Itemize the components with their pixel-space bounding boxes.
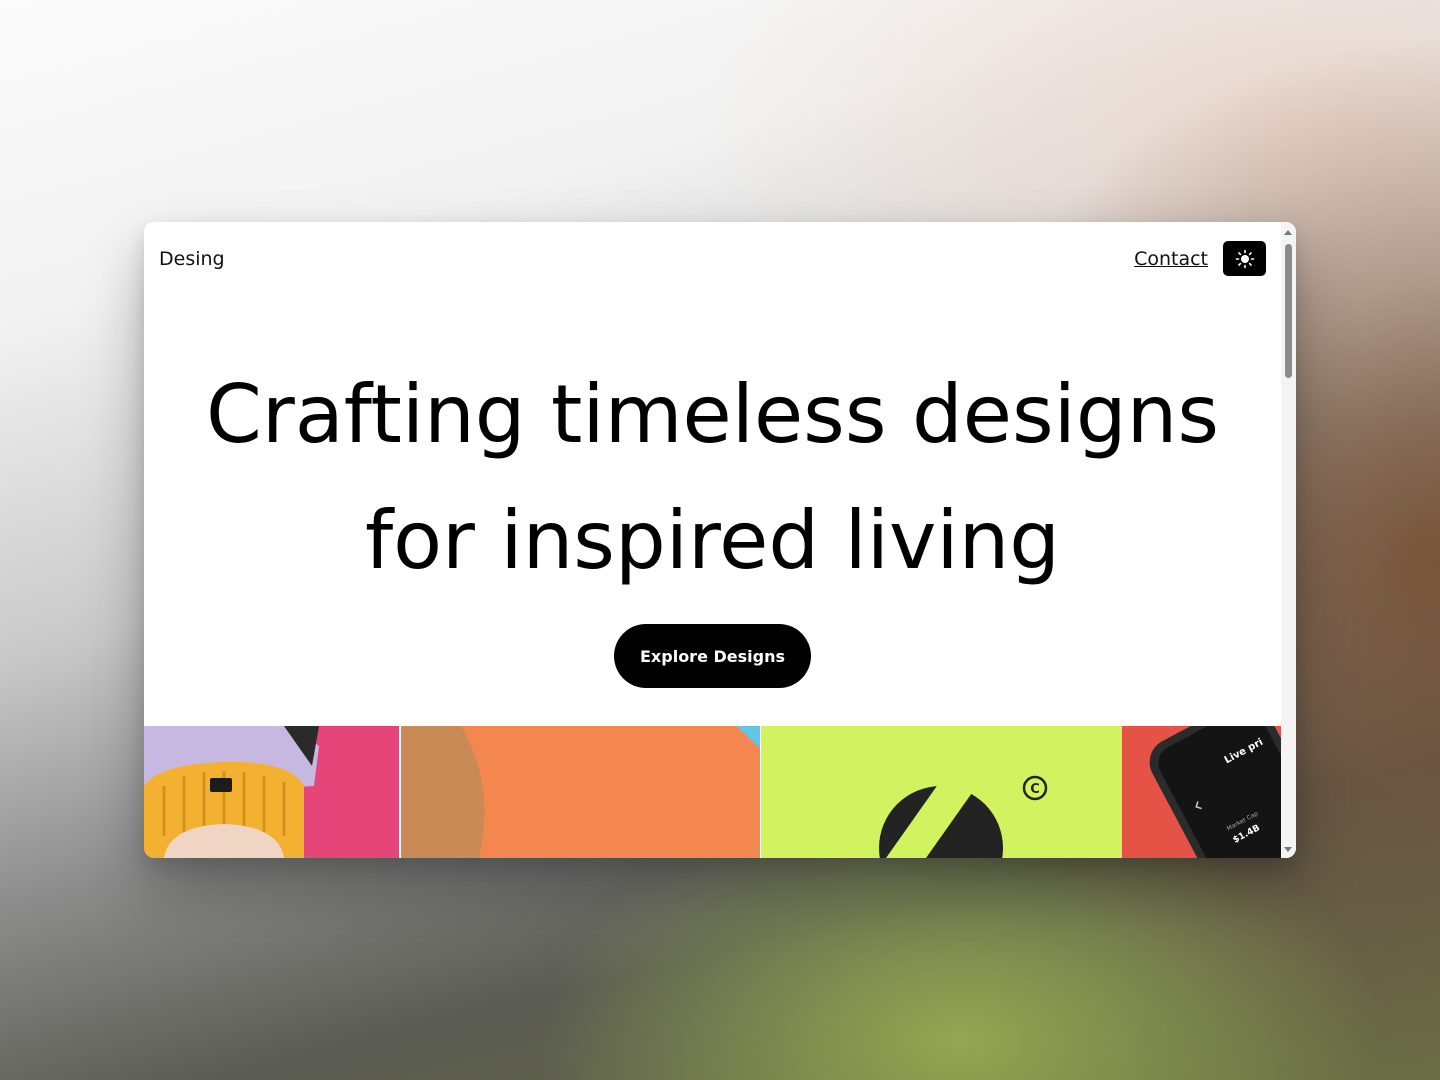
hero-title-line-2: for inspired living: [364, 494, 1061, 587]
hero-title-line-1: Crafting timeless designs: [205, 368, 1220, 461]
explore-designs-button[interactable]: Explore Designs: [614, 624, 811, 688]
gallery-tile-phone[interactable]: Live pri Market Cap $1.4B: [1122, 726, 1281, 858]
logo-mark-image: C: [761, 726, 1122, 858]
svg-text:C: C: [1030, 782, 1040, 797]
gallery-tile-abstract[interactable]: [401, 726, 760, 858]
sun-icon: [1235, 249, 1254, 268]
brand-logo-text[interactable]: Desing: [159, 248, 225, 270]
phone-mockup-image: Live pri Market Cap $1.4B: [1122, 726, 1281, 858]
gallery-tile-logo[interactable]: C: [761, 726, 1122, 858]
theme-toggle-button[interactable]: [1223, 241, 1266, 276]
portrait-image: [144, 726, 399, 858]
scroll-up-arrow-icon[interactable]: [1284, 230, 1292, 235]
scroll-down-arrow-icon[interactable]: [1284, 847, 1292, 852]
vertical-scrollbar[interactable]: [1281, 222, 1296, 858]
design-gallery: C Live pri Market Cap $1.4B: [144, 726, 1281, 858]
contact-link[interactable]: Contact: [1134, 248, 1208, 270]
hero-title: Crafting timeless designs for inspired l…: [144, 352, 1281, 604]
scrollbar-thumb[interactable]: [1285, 244, 1292, 378]
browser-window: Desing Contact Crafting timeless designs…: [144, 222, 1296, 858]
gallery-tile-portrait[interactable]: [144, 726, 399, 858]
abstract-shape-image: [401, 726, 760, 858]
